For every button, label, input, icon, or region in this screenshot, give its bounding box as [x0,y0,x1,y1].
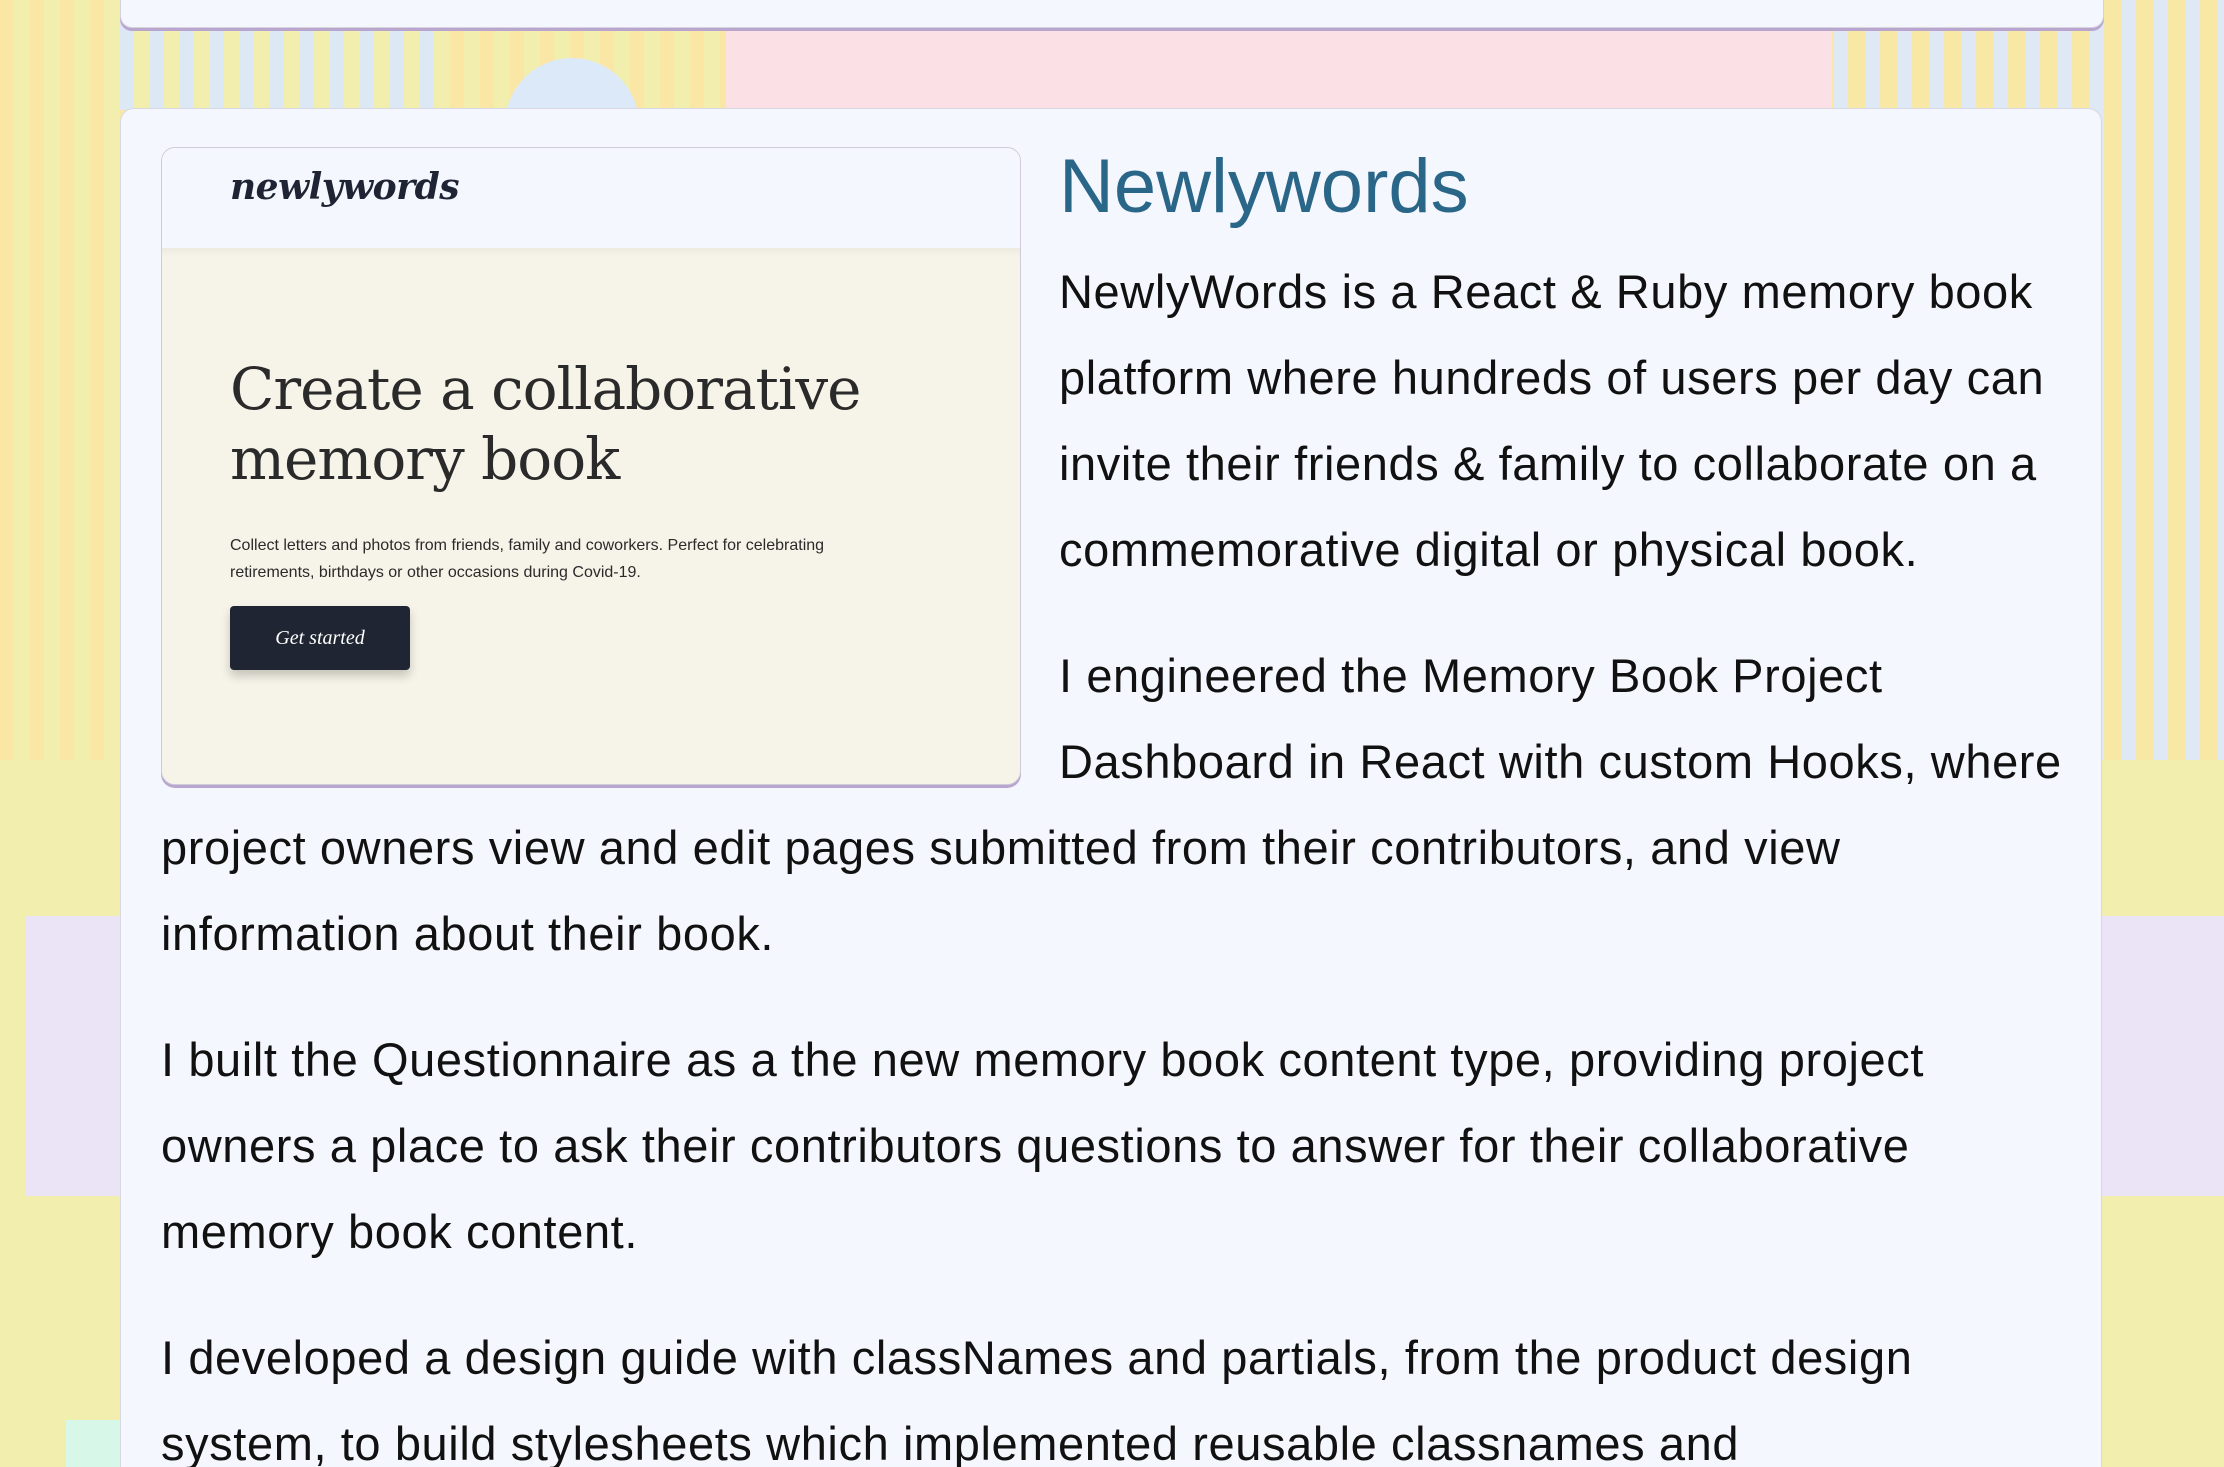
previous-project-card [120,0,2104,28]
screenshot-logo: newlywords [230,166,460,208]
screenshot-subtext: Collect letters and photos from friends,… [230,537,825,581]
screenshot-hero: Create a collaborative memory book Colle… [162,248,1020,784]
screenshot-header: newlywords [162,148,1020,248]
get-started-button: Get started [230,606,410,670]
project-description-paragraph: I built the Questionnaire as a the new m… [161,1033,1925,1258]
project-screenshot[interactable]: newlywords Create a collaborative memory… [161,147,1021,785]
background-mint-block [66,1420,126,1467]
project-card: newlywords Create a collaborative memory… [120,108,2102,1467]
project-description-paragraph: I developed a design guide with classNam… [161,1331,1913,1467]
screenshot-headline: Create a collaborative memory book [230,355,861,493]
